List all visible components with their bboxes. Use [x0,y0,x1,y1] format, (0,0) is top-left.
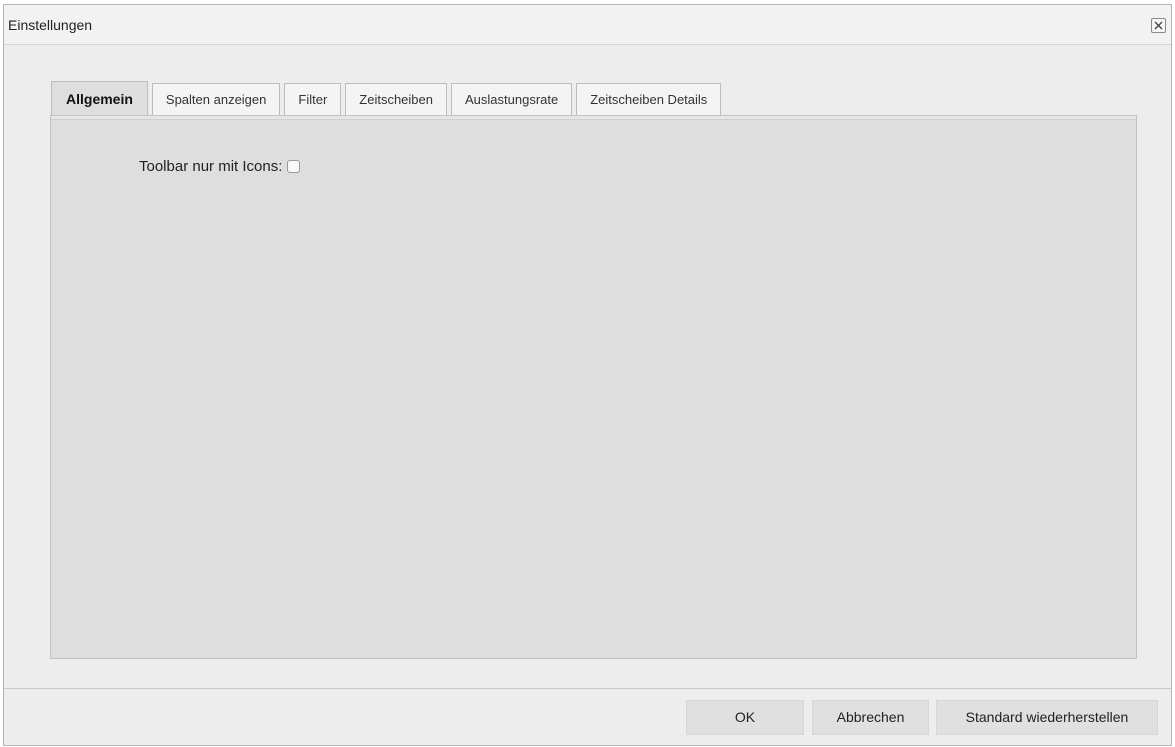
toolbar-icons-label: Toolbar nur mit Icons: [139,158,283,175]
dialog-footer: OK Abbrechen Standard wiederherstellen [4,689,1171,745]
ok-button[interactable]: OK [686,700,804,735]
toolbar-icons-option: Toolbar nur mit Icons: [139,158,301,175]
close-button[interactable] [1151,18,1166,33]
close-icon [1154,21,1163,30]
panel-divider [51,116,1136,120]
restore-defaults-button[interactable]: Standard wiederherstellen [936,700,1158,735]
toolbar-icons-checkbox[interactable] [287,160,301,173]
tab-auslastungsrate[interactable]: Auslastungsrate [451,83,573,115]
tab-zeitscheiben[interactable]: Zeitscheiben [345,83,447,115]
tab-bar: Allgemein Spalten anzeigen Filter Zeitsc… [51,81,725,115]
dialog-title: Einstellungen [8,17,93,33]
dialog-content: Allgemein Spalten anzeigen Filter Zeitsc… [4,45,1171,689]
tab-filter[interactable]: Filter [284,83,342,115]
dialog-titlebar: Einstellungen [4,5,1171,45]
tab-allgemein[interactable]: Allgemein [51,81,148,115]
tab-panel-allgemein: Toolbar nur mit Icons: [50,115,1137,659]
settings-dialog: Einstellungen Allgemein Spalten anzeigen… [3,4,1172,746]
tab-zeitscheiben-details[interactable]: Zeitscheiben Details [576,83,722,115]
tab-spalten-anzeigen[interactable]: Spalten anzeigen [151,83,281,115]
cancel-button[interactable]: Abbrechen [812,700,929,735]
